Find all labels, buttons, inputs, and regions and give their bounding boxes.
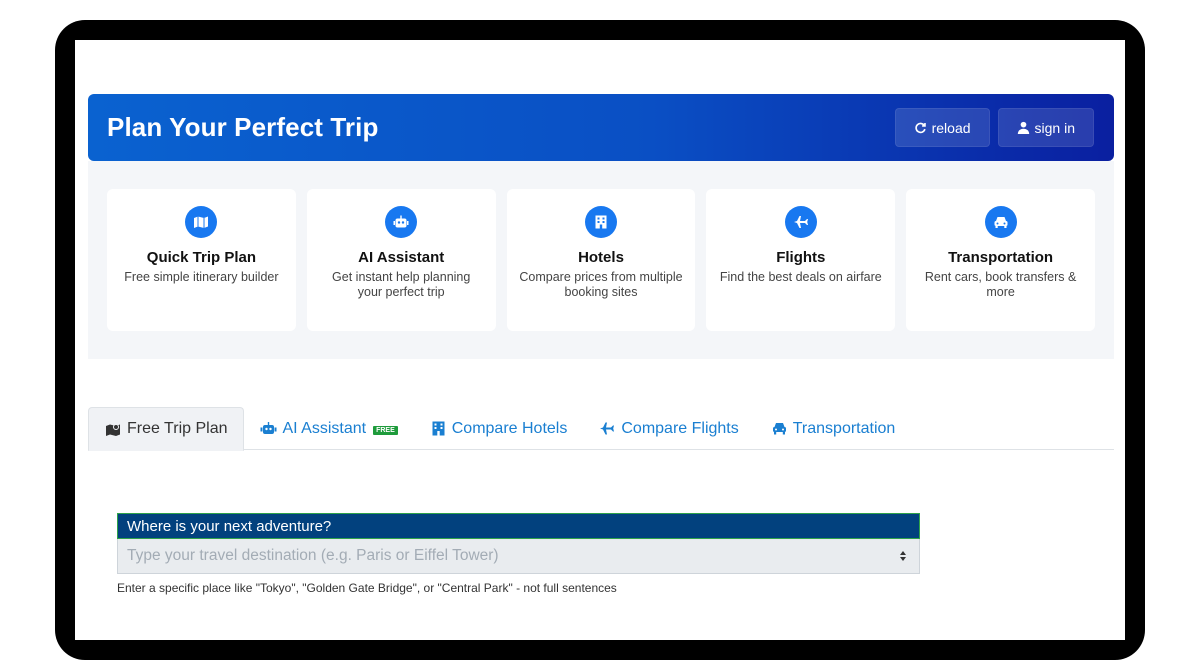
car-icon — [772, 423, 786, 435]
feature-description: Get instant help planning your perfect t… — [332, 270, 471, 299]
reload-icon — [914, 122, 926, 134]
tab-label: Free Trip Plan — [127, 420, 228, 437]
sign-in-button[interactable]: sign in — [997, 108, 1094, 147]
tab-transportation[interactable]: Transportation — [755, 407, 912, 450]
plane-icon — [784, 206, 817, 238]
car-icon — [984, 206, 1017, 238]
reload-label: reload — [931, 119, 971, 136]
tab-label: Transportation — [792, 419, 896, 437]
tab-label: AI Assistant — [282, 419, 367, 437]
tab-label: Compare Flights — [621, 419, 739, 437]
feature-description: Free simple itinerary builder — [124, 270, 279, 284]
robot-icon — [260, 422, 277, 434]
hotel-icon — [584, 206, 617, 238]
map-icon — [185, 206, 218, 238]
feature-card-transportation[interactable]: Transportation Rent cars, book transfers… — [906, 189, 1095, 331]
feature-title: Transportation — [948, 249, 1054, 266]
tab-compare-hotels[interactable]: Compare Hotels — [414, 407, 584, 450]
features-section: Quick Trip Plan Free simple itinerary bu… — [88, 161, 1114, 359]
device-frame: Plan Your Perfect Trip reload sign in Qu… — [55, 20, 1145, 660]
tab-label: Compare Hotels — [451, 419, 568, 437]
tab-bar: Free Trip Plan AI Assistant FREE Compare… — [88, 407, 1114, 451]
tab-free-trip-plan[interactable]: Free Trip Plan — [88, 407, 245, 451]
feature-card-ai-assistant[interactable]: AI Assistant Get instant help planning y… — [306, 189, 496, 331]
tab-ai-assistant[interactable]: AI Assistant FREE — [244, 407, 413, 450]
sort-caret-icon — [900, 551, 906, 561]
feature-description: Find the best deals on airfare — [719, 270, 882, 284]
feature-description: Compare prices from multiple booking sit… — [519, 270, 683, 299]
feature-title: Flights — [776, 249, 826, 266]
sign-in-label: sign in — [1034, 119, 1075, 136]
page-title: Plan Your Perfect Trip — [107, 112, 379, 142]
robot-icon — [385, 206, 418, 238]
plane-icon — [600, 422, 615, 435]
feature-title: Hotels — [578, 249, 624, 266]
header-actions: reload sign in — [894, 108, 1094, 147]
map-icon — [106, 423, 120, 436]
app-header: Plan Your Perfect Trip reload sign in — [88, 94, 1114, 161]
feature-card-flights[interactable]: Flights Find the best deals on airfare — [706, 189, 896, 331]
destination-select[interactable]: Type your travel destination (e.g. Paris… — [117, 539, 920, 574]
feature-card-hotels[interactable]: Hotels Compare prices from multiple book… — [506, 189, 696, 331]
tab-compare-flights[interactable]: Compare Flights — [583, 407, 754, 450]
reload-button[interactable]: reload — [894, 108, 990, 147]
free-badge: FREE — [373, 425, 398, 435]
app-screen: Plan Your Perfect Trip reload sign in Qu… — [75, 40, 1125, 640]
feature-card-quick-trip-plan[interactable]: Quick Trip Plan Free simple itinerary bu… — [107, 189, 296, 331]
destination-placeholder: Type your travel destination (e.g. Paris… — [127, 547, 499, 564]
hotel-icon — [432, 421, 445, 436]
destination-hint: Enter a specific place like "Tokyo", "Go… — [117, 581, 617, 595]
user-icon — [1017, 121, 1029, 134]
feature-title: Quick Trip Plan — [146, 249, 256, 266]
feature-description: Rent cars, book transfers & more — [924, 270, 1077, 299]
destination-label: Where is your next adventure? — [117, 513, 920, 539]
feature-title: AI Assistant — [358, 249, 445, 266]
